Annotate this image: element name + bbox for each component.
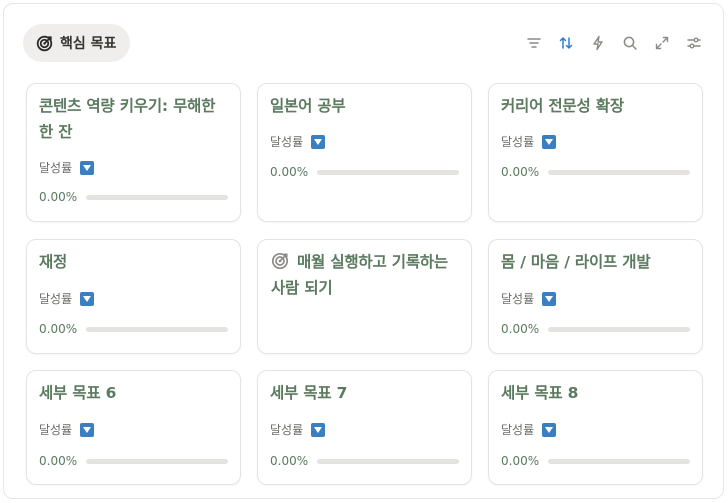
- gallery-panel: 핵심 목표 콘텐츠 역량 키우기: 무해한 한 잔 달성률 0.00% 일본어 …: [3, 3, 724, 499]
- progress-row: 0.00%: [270, 454, 459, 468]
- progress-row: 0.00%: [501, 165, 690, 179]
- progress-row: 0.00%: [270, 165, 459, 179]
- view-tab-label: 핵심 목표: [60, 36, 117, 52]
- goal-card[interactable]: 세부 목표 8 달성률 0.00%: [488, 370, 703, 485]
- progress-value: 0.00%: [270, 165, 309, 179]
- card-title: 세부 목표 6: [39, 384, 117, 402]
- prop-label: 달성률: [501, 292, 535, 306]
- progress-property: 달성률: [39, 290, 95, 307]
- prop-label: 달성률: [39, 292, 73, 306]
- prop-label: 달성률: [39, 423, 73, 437]
- progress-value: 0.00%: [39, 454, 78, 468]
- toolbar: [524, 33, 704, 53]
- card-title: 세부 목표 7: [270, 384, 348, 402]
- progress-row: 0.00%: [39, 190, 228, 204]
- dropdown-toggle-icon[interactable]: [80, 422, 95, 437]
- dropdown-toggle-icon[interactable]: [311, 134, 326, 149]
- progress-row: 0.00%: [501, 322, 690, 336]
- dropdown-toggle-icon[interactable]: [311, 422, 326, 437]
- goal-card[interactable]: 일본어 공부 달성률 0.00%: [257, 83, 472, 222]
- progress-property: 달성률: [39, 421, 95, 438]
- target-icon: [271, 252, 289, 270]
- progress-bar: [548, 169, 690, 175]
- card-title: 콘텐츠 역량 키우기: 무해한 한 잔: [39, 97, 216, 141]
- progress-value: 0.00%: [501, 165, 540, 179]
- prop-label: 달성률: [39, 161, 73, 175]
- dropdown-toggle-icon[interactable]: [542, 291, 557, 306]
- automation-lightning-icon[interactable]: [588, 33, 608, 53]
- goal-card[interactable]: 콘텐츠 역량 키우기: 무해한 한 잔 달성률 0.00%: [26, 83, 241, 222]
- goal-card[interactable]: 세부 목표 7 달성률 0.00%: [257, 370, 472, 485]
- progress-value: 0.00%: [270, 454, 309, 468]
- goal-card[interactable]: 세부 목표 6 달성률 0.00%: [26, 370, 241, 485]
- card-title: 재정: [39, 253, 68, 271]
- dropdown-toggle-icon[interactable]: [80, 160, 95, 175]
- progress-value: 0.00%: [501, 454, 540, 468]
- progress-row: 0.00%: [501, 454, 690, 468]
- search-icon[interactable]: [620, 33, 640, 53]
- dropdown-toggle-icon[interactable]: [542, 134, 557, 149]
- progress-property: 달성률: [39, 159, 95, 176]
- progress-value: 0.00%: [39, 322, 78, 336]
- view-tab-core-goals[interactable]: 핵심 목표: [23, 24, 131, 62]
- card-title: 몸 / 마음 / 라이프 개발: [501, 253, 651, 271]
- progress-bar: [548, 326, 690, 332]
- target-icon: [36, 35, 53, 52]
- settings-sliders-icon[interactable]: [684, 33, 704, 53]
- filter-icon[interactable]: [524, 33, 544, 53]
- progress-property: 달성률: [501, 133, 557, 150]
- expand-icon[interactable]: [652, 33, 672, 53]
- card-title: 세부 목표 8: [501, 384, 579, 402]
- card-title: 커리어 전문성 확장: [501, 97, 624, 115]
- prop-label: 달성률: [270, 423, 304, 437]
- card-title: 매월 실행하고 기록하는 사람 되기: [271, 249, 461, 301]
- goal-card[interactable]: 매월 실행하고 기록하는 사람 되기: [257, 239, 472, 354]
- progress-property: 달성률: [501, 290, 557, 307]
- progress-bar: [86, 326, 228, 332]
- progress-property: 달성률: [270, 133, 326, 150]
- progress-property: 달성률: [270, 421, 326, 438]
- progress-bar: [86, 458, 228, 464]
- prop-label: 달성률: [501, 423, 535, 437]
- progress-row: 0.00%: [39, 322, 228, 336]
- progress-bar: [317, 169, 459, 175]
- progress-value: 0.00%: [501, 322, 540, 336]
- progress-row: 0.00%: [39, 454, 228, 468]
- goal-card[interactable]: 몸 / 마음 / 라이프 개발 달성률 0.00%: [488, 239, 703, 354]
- progress-value: 0.00%: [39, 190, 78, 204]
- progress-bar: [548, 458, 690, 464]
- prop-label: 달성률: [501, 135, 535, 149]
- dropdown-toggle-icon[interactable]: [542, 422, 557, 437]
- card-title: 일본어 공부: [270, 97, 346, 115]
- progress-property: 달성률: [501, 421, 557, 438]
- dropdown-toggle-icon[interactable]: [80, 291, 95, 306]
- goal-card[interactable]: 커리어 전문성 확장 달성률 0.00%: [488, 83, 703, 222]
- prop-label: 달성률: [270, 135, 304, 149]
- card-title-text: 매월 실행하고 기록하는 사람 되기: [271, 253, 448, 297]
- progress-bar: [317, 458, 459, 464]
- goal-card[interactable]: 재정 달성률 0.00%: [26, 239, 241, 354]
- sort-icon[interactable]: [556, 33, 576, 53]
- progress-bar: [86, 194, 228, 200]
